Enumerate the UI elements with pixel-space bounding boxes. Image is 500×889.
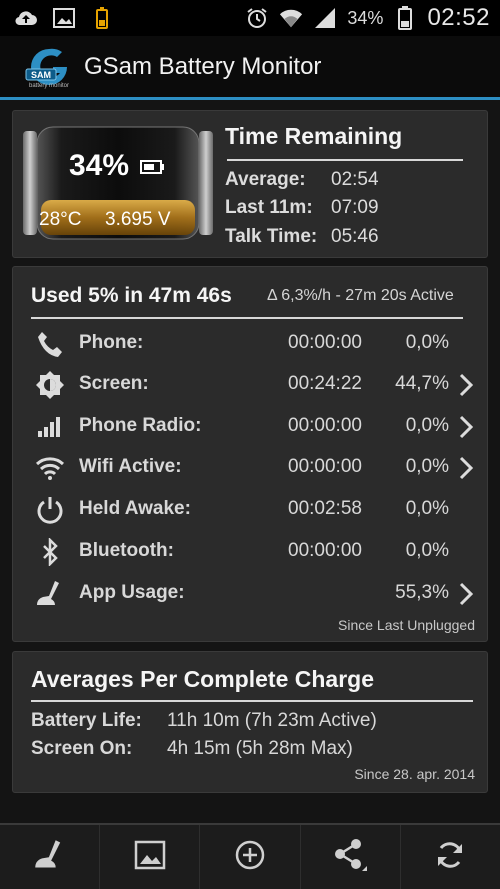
row-value: 02:54 bbox=[331, 169, 379, 190]
usage-panel: Used 5% in 47m 46s Δ 6,3%/h - 27m 20s Ac… bbox=[12, 266, 488, 642]
usage-label: Phone: bbox=[79, 332, 144, 353]
usage-percent: 0,0% bbox=[405, 456, 449, 477]
refresh-button[interactable] bbox=[401, 825, 500, 889]
time-remaining-row: Talk Time: 05:46 bbox=[225, 226, 379, 248]
power-icon bbox=[35, 495, 65, 525]
app-usage-icon bbox=[33, 838, 67, 877]
share-icon bbox=[332, 838, 368, 877]
chevron-right-icon[interactable] bbox=[457, 581, 475, 607]
battery-small-icon bbox=[90, 7, 114, 29]
chevron-right-icon[interactable] bbox=[457, 455, 475, 481]
row-value: 11h 10m (7h 23m Active) bbox=[167, 710, 377, 731]
app-bar: SAM battery monitor GSam Battery Monitor bbox=[0, 36, 500, 100]
usage-time: 00:02:58 bbox=[288, 498, 362, 519]
phone-icon bbox=[35, 329, 65, 359]
wifi-icon bbox=[279, 7, 303, 29]
averages-panel[interactable]: Averages Per Complete Charge Battery Lif… bbox=[12, 651, 488, 793]
used-rate: Δ 6,3%/h - 27m 20s Active bbox=[267, 287, 454, 304]
usage-label: Wifi Active: bbox=[79, 456, 182, 477]
usage-row-held-awake: Held Awake: 00:02:58 0,0% bbox=[13, 489, 489, 529]
usage-percent: 0,0% bbox=[405, 332, 449, 353]
usage-label: Screen: bbox=[79, 373, 149, 394]
signal-icon bbox=[313, 7, 337, 29]
clock: 02:52 bbox=[427, 4, 490, 31]
divider bbox=[31, 317, 463, 319]
usage-percent: 0,0% bbox=[405, 540, 449, 561]
usage-time: 00:00:00 bbox=[288, 540, 362, 561]
status-bar: 34% 02:52 bbox=[0, 0, 500, 36]
averages-title: Averages Per Complete Charge bbox=[31, 666, 375, 692]
battery-panel[interactable]: 34% 28°C 3.695 V Time Remaining Average:… bbox=[12, 110, 488, 258]
battery-percent-large: 34% bbox=[69, 149, 130, 182]
divider bbox=[227, 159, 463, 161]
battery-graphic: 34% 28°C 3.695 V bbox=[23, 123, 213, 243]
usage-row-screen[interactable]: Screen: 00:24:22 44,7% bbox=[13, 364, 489, 404]
wifi-icon bbox=[35, 453, 65, 483]
row-label: Last 11m: bbox=[225, 197, 313, 218]
usage-percent: 0,0% bbox=[405, 415, 449, 436]
row-value: 4h 15m (5h 28m Max) bbox=[167, 738, 353, 759]
bluetooth-icon bbox=[35, 537, 65, 567]
row-value: 05:46 bbox=[331, 226, 379, 247]
row-value: 07:09 bbox=[331, 197, 379, 218]
usage-row-phone: Phone: 00:00:00 0,0% bbox=[13, 323, 489, 363]
add-icon bbox=[234, 839, 266, 876]
usage-time: 00:00:00 bbox=[288, 332, 362, 353]
averages-row: Screen On: 4h 15m (5h 28m Max) bbox=[31, 738, 353, 760]
usage-percent: 0,0% bbox=[405, 498, 449, 519]
used-title: Used 5% in 47m 46s bbox=[31, 284, 232, 307]
app-usage-icon bbox=[35, 579, 65, 609]
usage-time: 00:00:00 bbox=[288, 415, 362, 436]
app-logo[interactable]: SAM battery monitor bbox=[24, 45, 74, 89]
alarm-icon bbox=[245, 7, 269, 29]
app-usage-button[interactable] bbox=[0, 825, 101, 889]
usage-percent: 44,7% bbox=[395, 373, 449, 394]
svg-text:SAM: SAM bbox=[31, 70, 51, 80]
battery-percent: 34% bbox=[347, 7, 384, 28]
usage-label: Phone Radio: bbox=[79, 415, 202, 436]
share-button[interactable] bbox=[301, 825, 401, 889]
row-label: Screen On: bbox=[31, 738, 133, 759]
battery-icon bbox=[393, 6, 417, 30]
screenshot-button[interactable] bbox=[100, 825, 201, 889]
svg-text:battery monitor: battery monitor bbox=[29, 83, 69, 89]
chevron-right-icon[interactable] bbox=[457, 372, 475, 398]
row-label: Average: bbox=[225, 169, 306, 190]
app-title: GSam Battery Monitor bbox=[84, 52, 322, 80]
row-label: Battery Life: bbox=[31, 710, 142, 731]
usage-row-app-usage[interactable]: App Usage: 55,3% bbox=[13, 573, 489, 613]
since-last-unplugged: Since Last Unplugged bbox=[338, 617, 475, 633]
battery-temperature: 28°C bbox=[39, 209, 82, 230]
usage-row-bluetooth: Bluetooth: 00:00:00 0,0% bbox=[13, 531, 489, 571]
time-remaining-row: Last 11m: 07:09 bbox=[225, 197, 379, 219]
divider bbox=[31, 700, 473, 702]
usage-time: 00:00:00 bbox=[288, 456, 362, 477]
chevron-right-icon[interactable] bbox=[457, 414, 475, 440]
cloud-upload-icon bbox=[14, 7, 38, 29]
usage-time: 00:24:22 bbox=[288, 373, 362, 394]
usage-label: App Usage: bbox=[79, 582, 185, 603]
bottom-action-bar bbox=[0, 823, 500, 889]
usage-row-wifi[interactable]: Wifi Active: 00:00:00 0,0% bbox=[13, 447, 489, 487]
refresh-icon bbox=[434, 839, 466, 876]
time-remaining-title: Time Remaining bbox=[225, 123, 403, 149]
row-label: Talk Time: bbox=[225, 226, 318, 247]
add-button[interactable] bbox=[200, 825, 301, 889]
since-date: Since 28. apr. 2014 bbox=[354, 766, 475, 782]
image-icon bbox=[134, 840, 166, 875]
usage-label: Bluetooth: bbox=[79, 540, 174, 561]
image-icon bbox=[52, 7, 76, 29]
signal-bars-icon bbox=[35, 412, 65, 442]
usage-label: Held Awake: bbox=[79, 498, 191, 519]
usage-percent: 55,3% bbox=[395, 582, 449, 603]
brightness-icon bbox=[35, 370, 65, 400]
averages-row: Battery Life: 11h 10m (7h 23m Active) bbox=[31, 710, 377, 732]
usage-row-phone-radio[interactable]: Phone Radio: 00:00:00 0,0% bbox=[13, 406, 489, 446]
battery-voltage: 3.695 V bbox=[105, 209, 171, 230]
time-remaining-row: Average: 02:54 bbox=[225, 169, 379, 191]
